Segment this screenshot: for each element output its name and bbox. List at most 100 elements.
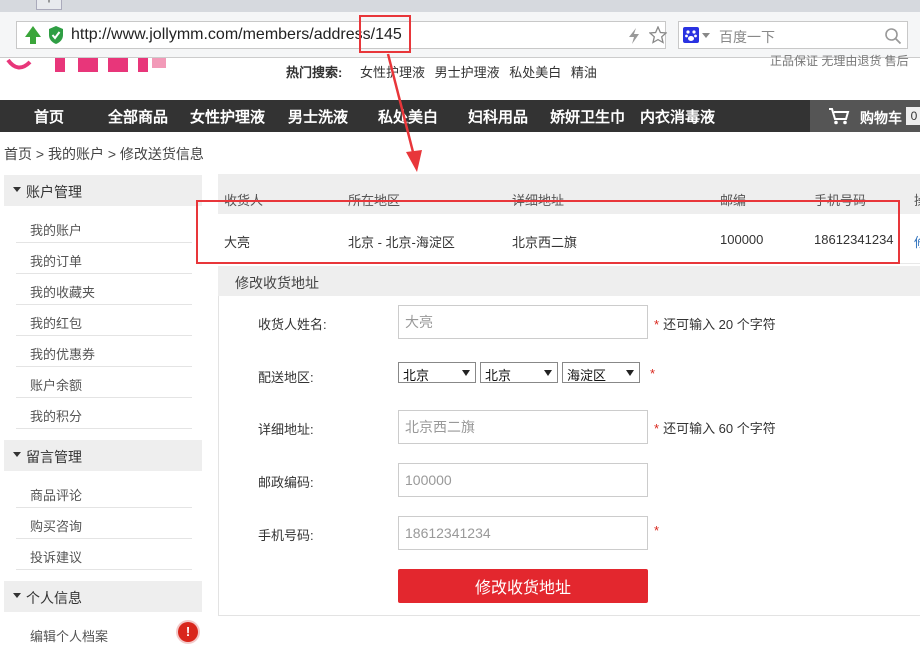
sidebar-item-label: 商品评论 [30, 488, 83, 503]
phone-required: * [654, 523, 663, 538]
sidebar-item-edit-profile[interactable]: 编辑个人档案 [16, 618, 192, 649]
url-text: http://www.jollymm.com/members/address/1… [71, 26, 402, 43]
sidebar-section-messages[interactable]: 留言管理 [4, 440, 202, 471]
edit-section-header: 修改收货地址 [218, 266, 920, 296]
nav-item-home[interactable]: 首页 [34, 106, 64, 127]
cart-count-badge: 0 [906, 107, 920, 125]
sidebar-section-account[interactable]: 账户管理 [4, 175, 202, 206]
nav-item-sanitary[interactable]: 娇妍卫生巾 [550, 106, 625, 127]
secure-shield-icon [49, 26, 63, 44]
edit-form [218, 296, 920, 616]
sidebar-item-label: 我的账户 [30, 223, 83, 238]
hot-term-link[interactable]: 私处美白 [509, 65, 561, 80]
hot-search-label: 热门搜索: [286, 65, 343, 80]
sidebar-item-label: 我的收藏夹 [30, 285, 96, 300]
province-select[interactable]: 北京 [398, 362, 476, 383]
main-nav: 首页 全部商品 女性护理液 男士洗液 私处美白 妇科用品 娇妍卫生巾 内衣消毒液… [0, 100, 920, 132]
sidebar-item-label: 我的订单 [30, 254, 83, 269]
phone-label: 手机号码: [258, 528, 314, 543]
sidebar-item-label: 账户余额 [30, 378, 83, 393]
city-value: 北京 [485, 368, 512, 383]
zip-label: 邮政编码: [258, 475, 314, 490]
address-hint-text: 还可输入 60 个字符 [663, 421, 776, 436]
zip-field[interactable] [398, 463, 648, 497]
star-bookmark-icon[interactable] [649, 26, 667, 44]
address-label: 详细地址: [258, 422, 314, 437]
cart-icon [829, 108, 850, 125]
column-header: 操 [914, 190, 920, 209]
required-mark: * [650, 366, 656, 381]
required-mark: * [654, 317, 660, 332]
sidebar-section-title: 个人信息 [26, 590, 82, 606]
sidebar-item-reviews[interactable]: 商品评论 [16, 477, 192, 508]
site-logo[interactable] [0, 56, 170, 76]
baidu-paw-icon[interactable] [683, 27, 699, 43]
nav-item-gynecology[interactable]: 妇科用品 [468, 106, 528, 127]
search-placeholder: 百度一下 [719, 29, 775, 45]
cart-button[interactable]: 购物车 0 [810, 100, 920, 132]
address-hint: * 还可输入 60 个字符 [654, 418, 776, 437]
name-label: 收货人姓名: [258, 317, 327, 332]
submit-address-button[interactable]: 修改收货地址 [398, 569, 648, 603]
edit-link[interactable]: 修 [914, 232, 920, 251]
sidebar-item-label: 编辑个人档案 [30, 629, 109, 644]
region-label: 配送地区: [258, 370, 314, 385]
sidebar-item-points[interactable]: 我的积分 [16, 398, 192, 429]
recipient-name-field[interactable] [398, 305, 648, 339]
notification-badge: ! [178, 622, 198, 642]
phone-field[interactable] [398, 516, 648, 550]
chevron-down-icon[interactable] [702, 33, 710, 39]
row-highlight-box [196, 200, 900, 264]
sidebar-item-label: 我的优惠券 [30, 347, 96, 362]
sidebar-section-title: 留言管理 [26, 449, 82, 465]
chevron-down-icon [462, 370, 470, 376]
caret-down-icon [13, 452, 21, 457]
sidebar-item-label: 购买咨询 [30, 519, 83, 534]
nav-item-female-care[interactable]: 女性护理液 [190, 106, 265, 127]
province-value: 北京 [403, 368, 430, 383]
city-select[interactable]: 北京 [480, 362, 558, 383]
hot-term-link[interactable]: 男士护理液 [435, 65, 500, 80]
sidebar-item-label: 投诉建议 [30, 550, 83, 565]
name-hint: * 还可输入 20 个字符 [654, 314, 776, 333]
cart-label: 购物车 [860, 110, 902, 126]
nav-item-disinfectant[interactable]: 内衣消毒液 [640, 106, 715, 127]
sidebar-item-complaints[interactable]: 投诉建议 [16, 539, 192, 570]
name-hint-text: 还可输入 20 个字符 [663, 317, 776, 332]
sidebar-item-red-packets[interactable]: 我的红包 [16, 305, 192, 336]
chevron-down-icon [544, 370, 552, 376]
sidebar-section-title: 账户管理 [26, 184, 82, 200]
search-box[interactable]: 百度一下 [678, 21, 908, 49]
sidebar-item-orders[interactable]: 我的订单 [16, 243, 192, 274]
required-mark: * [654, 421, 660, 436]
new-tab-button[interactable]: + [36, 0, 62, 10]
edit-section-title: 修改收货地址 [235, 275, 319, 291]
district-value: 海淀区 [567, 368, 607, 383]
district-select[interactable]: 海淀区 [562, 362, 640, 383]
breadcrumb: 首页 > 我的账户 > 修改送货信息 [4, 146, 204, 162]
sidebar-item-favorites[interactable]: 我的收藏夹 [16, 274, 192, 305]
annotation-arrow-icon [386, 53, 422, 172]
sidebar-item-coupons[interactable]: 我的优惠券 [16, 336, 192, 367]
service-links: 正品保证 无理由退货 售后 [770, 54, 909, 68]
region-required: * [650, 366, 659, 381]
caret-down-icon [13, 593, 21, 598]
address-field[interactable] [398, 410, 648, 444]
nav-item-all-products[interactable]: 全部商品 [108, 106, 168, 127]
sidebar-item-balance[interactable]: 账户余额 [16, 367, 192, 398]
sidebar-item-label: 我的红包 [30, 316, 83, 331]
url-input[interactable]: http://www.jollymm.com/members/address/1… [16, 21, 667, 49]
lightning-icon[interactable] [627, 27, 641, 45]
sidebar-section-profile[interactable]: 个人信息 [4, 581, 202, 612]
nav-item-male-wash[interactable]: 男士洗液 [288, 106, 348, 127]
caret-down-icon [13, 187, 21, 192]
sidebar-item-inquiries[interactable]: 购买咨询 [16, 508, 192, 539]
required-mark: * [654, 523, 660, 538]
sidebar-item-label: 我的积分 [30, 409, 83, 424]
search-icon[interactable] [884, 27, 902, 45]
home-tree-icon[interactable] [23, 25, 43, 45]
chevron-down-icon [626, 370, 634, 376]
hot-term-link[interactable]: 精油 [571, 65, 597, 80]
tab-strip: + [0, 0, 920, 12]
sidebar-item-my-account[interactable]: 我的账户 [16, 212, 192, 243]
